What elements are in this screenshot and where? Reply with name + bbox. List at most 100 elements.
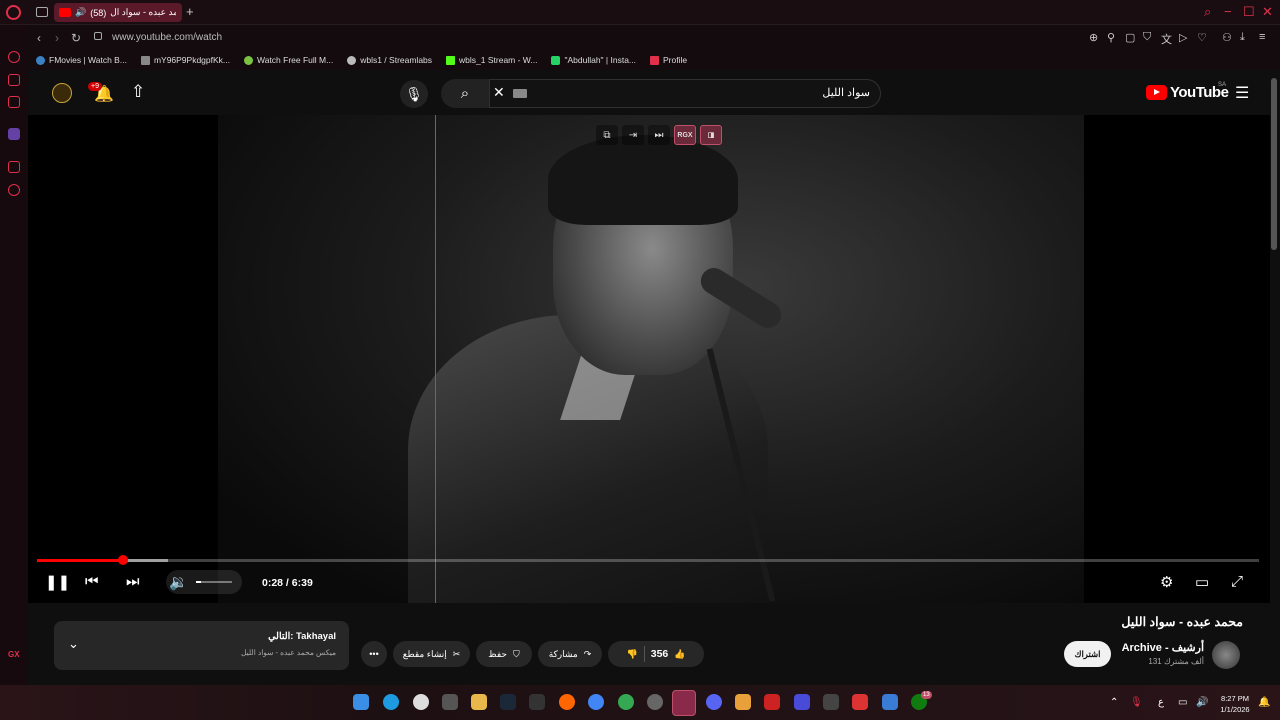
file-explorer-icon[interactable] — [471, 694, 487, 710]
zoom-icon[interactable]: ⊕ — [1089, 31, 1098, 44]
like-icon[interactable]: 👍 — [674, 649, 685, 660]
input-language[interactable]: ع — [1158, 697, 1164, 708]
account-icon[interactable]: ⚇ — [1222, 31, 1232, 44]
volume-slider[interactable] — [196, 581, 232, 583]
taskbar-clock[interactable]: 8:27 PM 1/1/2026 — [1214, 693, 1256, 715]
upload-icon[interactable]: ⇧ — [131, 82, 145, 102]
chrome-icon[interactable] — [588, 694, 604, 710]
settings-gear-icon[interactable]: ⚙ — [1160, 573, 1173, 591]
edge-icon[interactable] — [383, 694, 399, 710]
scrollbar-thumb[interactable] — [1271, 78, 1277, 250]
reload-button[interactable]: ↻ — [71, 31, 81, 45]
bookmark-item[interactable]: Watch Free Full M... — [244, 55, 333, 65]
tray-mic-icon[interactable]: 🎙 — [1130, 697, 1143, 708]
pip-icon[interactable]: ⧉ — [596, 125, 618, 145]
video-player[interactable] — [28, 115, 1270, 603]
settings-app-icon[interactable] — [413, 694, 429, 710]
tab-active[interactable]: 🔊 (58) محمد عبده - سواد ال — [54, 3, 182, 22]
channel-avatar[interactable] — [1212, 641, 1240, 669]
bookmark-item[interactable]: mY96P9PkdgpfKk... — [140, 55, 230, 65]
exit-icon[interactable]: ⇥ — [622, 125, 644, 145]
rgx-button[interactable]: RGX — [674, 125, 696, 145]
new-tab-button[interactable]: + — [186, 4, 194, 19]
app-stream-icon[interactable] — [882, 694, 898, 710]
epic-games-icon[interactable] — [529, 694, 545, 710]
download-icon[interactable]: ⤓ — [1240, 31, 1245, 44]
subscribe-button[interactable]: اشتراك — [1064, 641, 1111, 667]
volume-icon[interactable]: 🔉 — [169, 573, 188, 591]
steam-icon[interactable] — [500, 694, 516, 710]
search-tabs-icon[interactable]: ⌕ — [1204, 4, 1211, 20]
pin-sidebar-icon[interactable] — [8, 161, 20, 173]
capcut-icon[interactable] — [823, 694, 839, 710]
up-next-card[interactable] — [54, 621, 349, 670]
keyboard-icon[interactable] — [513, 89, 527, 98]
twitch-icon[interactable] — [8, 128, 20, 140]
chevron-down-icon[interactable]: ⌄ — [68, 636, 79, 652]
voice-search-button[interactable]: 🎙 — [400, 80, 428, 108]
up-next-subtitle: ميكس محمد عبده - سواد الليل — [240, 648, 336, 657]
opera-gx-taskbar-icon[interactable] — [672, 690, 696, 716]
app-icon[interactable] — [647, 694, 663, 710]
url-field[interactable]: www.youtube.com/watch — [112, 32, 222, 43]
minimize-button[interactable]: − — [1224, 4, 1232, 19]
previous-button[interactable]: ⏮ — [85, 573, 99, 590]
fullscreen-icon[interactable]: ⤢ — [1231, 573, 1243, 590]
speaker-icon[interactable]: 🔊 — [75, 7, 86, 18]
clock-date: 1/1/2026 — [1220, 705, 1250, 714]
bookmark-item[interactable]: Profile — [650, 55, 687, 65]
chrome-alt-icon[interactable] — [618, 694, 634, 710]
search-icon: ⌕ — [460, 85, 470, 102]
back-button[interactable]: ‹ — [37, 31, 41, 45]
start-icon[interactable] — [353, 694, 369, 710]
discord-icon[interactable] — [706, 694, 722, 710]
bookmark-item[interactable]: wbls_1 Stream - W... — [446, 55, 537, 65]
pause-button[interactable]: ❚❚ — [45, 573, 70, 591]
next-button[interactable]: ⏭ — [126, 573, 140, 590]
search-button[interactable]: ⌕ — [441, 79, 489, 108]
bookmark-item[interactable]: FMovies | Watch B... — [36, 55, 127, 65]
skip-icon[interactable]: ⏭ — [648, 125, 670, 145]
play-icon[interactable]: ▷ — [1179, 31, 1187, 44]
messenger-icon[interactable] — [8, 96, 20, 108]
tray-chevron-icon[interactable]: ⌃ — [1110, 697, 1118, 708]
progress-bar[interactable] — [37, 559, 1259, 562]
shield-icon[interactable]: ⛉ — [1143, 31, 1151, 44]
bookmark-item[interactable]: "Abdullah" | Insta... — [551, 55, 636, 65]
share-button[interactable]: مشاركة ↷ — [538, 641, 602, 667]
dislike-icon[interactable]: 👎 — [627, 649, 638, 660]
volume-tray-icon[interactable]: 🔊 — [1196, 697, 1208, 708]
progress-scrubber[interactable] — [117, 555, 128, 565]
menu-icon[interactable]: ≡ — [1259, 31, 1265, 43]
clear-search-icon[interactable]: ✕ — [493, 84, 505, 101]
hamburger-menu-icon[interactable]: ☰ — [1235, 83, 1249, 103]
settings-icon[interactable] — [8, 184, 20, 196]
heart-icon[interactable]: ♡ — [1197, 31, 1207, 44]
notification-bell-icon[interactable]: 🔔 — [1258, 697, 1270, 708]
app-red-icon[interactable] — [852, 694, 868, 710]
vlc-icon[interactable] — [735, 694, 751, 710]
translate-icon[interactable]: 文 — [1161, 31, 1172, 47]
app-blue-icon[interactable] — [794, 694, 810, 710]
save-button[interactable]: حفظ ⛉ — [476, 641, 532, 667]
brave-icon[interactable] — [764, 694, 780, 710]
clip-button[interactable]: إنشاء مقطع ✂ — [393, 641, 470, 667]
close-window-button[interactable]: ✕ — [1262, 4, 1273, 20]
maximize-button[interactable]: ☐ — [1243, 4, 1255, 20]
more-actions-button[interactable]: ••• — [361, 641, 387, 667]
soundcloud-icon[interactable] — [559, 694, 575, 710]
tab-manager-icon[interactable] — [36, 7, 48, 17]
speed-dial-icon[interactable] — [8, 51, 20, 63]
network-icon[interactable]: ▭ — [1178, 697, 1187, 708]
bookmark-item[interactable]: wbls1 / Streamlabs — [347, 55, 432, 65]
pin-icon[interactable]: ⚲ — [1107, 31, 1115, 44]
opera-gx-logo-icon[interactable] — [6, 5, 21, 20]
record-icon[interactable]: ◨ — [700, 125, 722, 145]
youtube-logo[interactable]: YouTube — [1146, 84, 1229, 101]
theater-mode-icon[interactable]: ▭ — [1195, 573, 1209, 591]
store-icon[interactable] — [442, 694, 458, 710]
gx-control-icon[interactable] — [8, 74, 20, 86]
snapshot-icon[interactable]: ▢ — [1125, 31, 1135, 44]
avatar[interactable] — [52, 83, 72, 103]
forward-button[interactable]: › — [55, 31, 59, 45]
